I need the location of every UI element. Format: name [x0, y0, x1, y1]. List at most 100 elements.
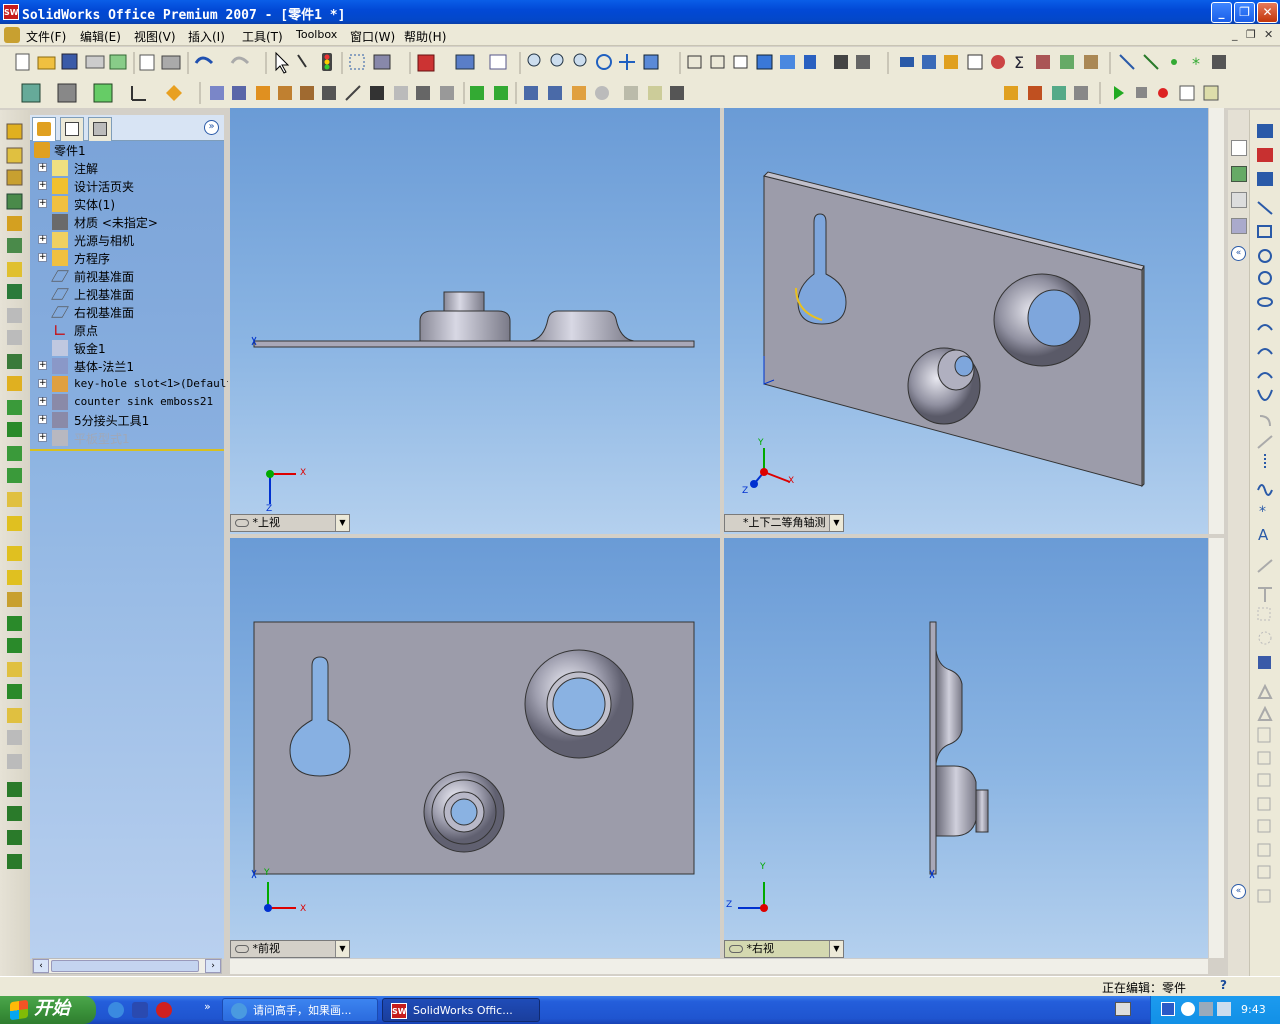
rip-tool-icon[interactable] — [595, 86, 609, 100]
rip-icon[interactable] — [440, 86, 454, 100]
tree-item[interactable]: + 实体(1) — [30, 195, 224, 213]
doc-minimize-button[interactable]: _ — [1232, 28, 1238, 41]
dome-icon[interactable] — [7, 376, 22, 391]
collapse-task-pane-icon[interactable]: « — [1231, 246, 1246, 261]
page-setup-icon[interactable] — [139, 54, 155, 71]
traffic-light-icon[interactable] — [322, 53, 332, 71]
rebuild-icon[interactable] — [417, 54, 435, 72]
knit-surface-icon[interactable] — [7, 708, 22, 723]
macro-run-icon[interactable] — [1004, 86, 1018, 100]
tree-item[interactable]: +5分接头工具1 — [30, 411, 224, 429]
rotate-view-icon[interactable] — [596, 54, 612, 70]
tree-item[interactable]: + 设计活页夹 — [30, 177, 224, 195]
sweep-icon[interactable] — [6, 169, 23, 186]
expand-icon[interactable]: + — [38, 199, 47, 208]
menu-toolbox[interactable]: Toolbox — [296, 28, 337, 41]
scroll-left-icon[interactable]: ‹ — [33, 959, 49, 973]
tools-icon[interactable] — [1036, 55, 1050, 69]
undo-icon[interactable] — [194, 56, 214, 65]
vertical-scrollbar-bottom[interactable] — [1208, 538, 1224, 958]
mirror-sketch-icon[interactable] — [1257, 727, 1271, 743]
viewport-horizontal-scrollbar[interactable] — [230, 958, 1208, 974]
arc-icon[interactable] — [1257, 324, 1273, 331]
rib-icon[interactable] — [7, 308, 22, 323]
line-tool-icon[interactable] — [1119, 54, 1135, 70]
macro-options-icon[interactable] — [1203, 85, 1219, 101]
hole-wizard-icon[interactable] — [7, 400, 22, 415]
3d-sketch-icon[interactable] — [1257, 148, 1273, 162]
fill-surface-icon[interactable] — [7, 730, 22, 745]
view-selector-front[interactable]: *前视 ▼ — [230, 940, 350, 958]
help-icon[interactable]: ? — [1220, 978, 1227, 992]
closed-corner-icon[interactable] — [370, 86, 384, 100]
file-explorer-icon[interactable] — [1231, 218, 1247, 234]
menu-window[interactable]: 窗口(W) — [350, 28, 395, 45]
view-selector-top[interactable]: *上视 ▼ — [230, 514, 350, 532]
sketched-bend-icon[interactable] — [322, 86, 336, 100]
scroll-thumb[interactable] — [51, 960, 199, 972]
viewport-front[interactable]: Y X *前视 ▼ — [230, 538, 720, 958]
repair-sketch-icon[interactable] — [1258, 656, 1271, 669]
forming-tool-button-icon[interactable] — [670, 86, 684, 100]
loft-icon[interactable] — [6, 193, 23, 210]
tab-property-manager[interactable] — [60, 117, 84, 141]
grid-icon[interactable] — [349, 54, 365, 70]
view-orientation-icon[interactable] — [21, 83, 41, 103]
relations-icon[interactable] — [922, 55, 936, 69]
base-flange-tool-icon[interactable] — [210, 86, 224, 100]
extrude-boss-icon[interactable] — [6, 123, 23, 140]
open-file-icon[interactable] — [37, 56, 56, 70]
text-tool-icon[interactable]: A — [1258, 526, 1269, 544]
menu-help[interactable]: 帮助(H) — [404, 28, 446, 45]
unfold-icon[interactable] — [470, 86, 484, 100]
volume-icon[interactable] — [1217, 1002, 1231, 1016]
offset-surface-icon[interactable] — [7, 616, 22, 631]
circle-icon[interactable] — [1258, 249, 1272, 263]
expand-icon[interactable]: + — [38, 379, 47, 388]
collapse-lower-pane-icon[interactable]: « — [1231, 884, 1246, 899]
tray-sync-icon[interactable] — [1199, 1002, 1213, 1016]
print-icon[interactable] — [85, 55, 105, 69]
linear-pattern-icon[interactable] — [7, 422, 22, 437]
surface-extrude-icon[interactable] — [7, 516, 22, 531]
menu-tools[interactable]: 工具(T) — [242, 28, 283, 45]
three-point-arc-icon[interactable] — [1257, 372, 1273, 379]
point-side-icon[interactable]: * — [1259, 504, 1266, 520]
camera-icon[interactable] — [1212, 55, 1226, 69]
smart-dimension-icon[interactable] — [900, 57, 914, 67]
stop-icon[interactable] — [1136, 87, 1147, 98]
standard-views-icon[interactable] — [643, 54, 659, 70]
revolve-boss-icon[interactable] — [6, 147, 23, 164]
no-bends-icon[interactable] — [548, 86, 562, 100]
design-library-icon[interactable] — [1231, 192, 1247, 208]
surface-loft-icon[interactable] — [7, 592, 22, 607]
scale-sketch-icon[interactable] — [1257, 797, 1271, 811]
instant3d-icon[interactable] — [7, 830, 22, 845]
options-icon[interactable] — [373, 54, 391, 70]
relations-side-icon[interactable] — [1257, 683, 1273, 699]
menu-file[interactable]: 文件(F) — [26, 28, 66, 45]
zoom-in-out-icon[interactable] — [573, 53, 587, 67]
point-icon[interactable] — [1171, 59, 1177, 65]
toolbox-icon[interactable] — [1060, 55, 1074, 69]
view-selector-isometric[interactable]: *上下二等角轴测 ▼ — [724, 514, 844, 532]
tree-item[interactable]: 上视基准面 — [30, 285, 224, 303]
shaded-icon[interactable] — [780, 55, 795, 69]
vent-icon[interactable] — [648, 86, 662, 100]
revolve-cut-icon[interactable] — [7, 238, 22, 253]
grid-snap-icon[interactable] — [1257, 889, 1271, 903]
draft-icon[interactable] — [7, 354, 22, 369]
record-icon[interactable] — [1158, 88, 1168, 98]
fillet-sketch-icon[interactable] — [1259, 415, 1271, 427]
insert-bends-icon[interactable] — [572, 86, 586, 100]
wireframe-icon[interactable] — [687, 55, 702, 69]
viewport-isometric[interactable]: Y X Z *上下二等角轴测 ▼ — [724, 108, 1208, 534]
flatten-icon[interactable] — [524, 86, 538, 100]
cross-break-icon[interactable] — [345, 85, 361, 101]
spline-icon[interactable] — [1257, 484, 1273, 496]
expand-icon[interactable]: + — [38, 181, 47, 190]
curve-tools-icon[interactable] — [7, 854, 22, 869]
tree-item[interactable]: 钣金1 — [30, 339, 224, 357]
pan-icon[interactable] — [619, 54, 635, 70]
shaded-with-edges-icon[interactable] — [756, 54, 773, 70]
